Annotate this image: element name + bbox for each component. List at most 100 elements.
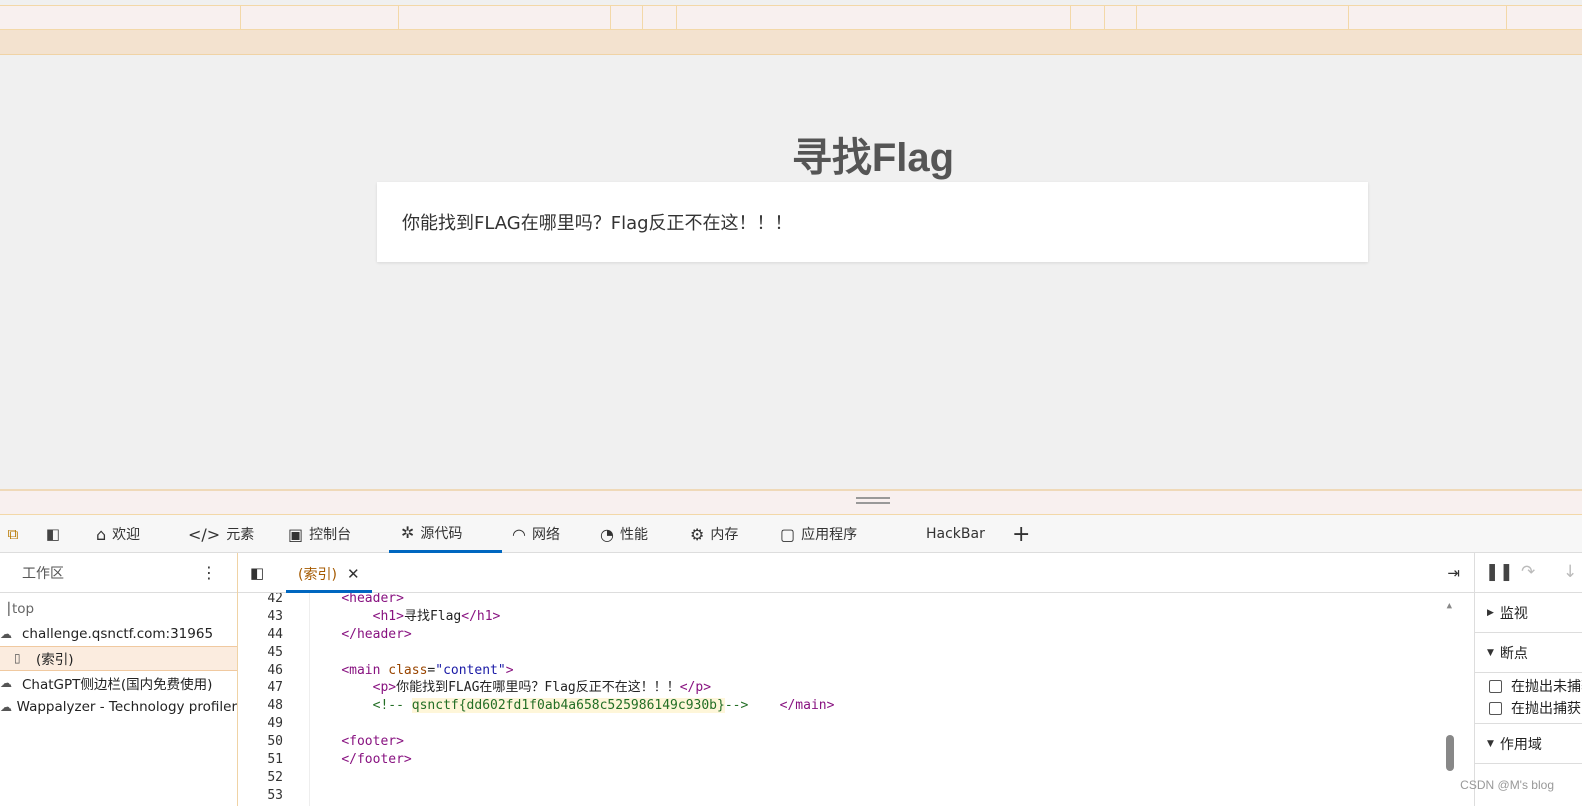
tree-item-index-file[interactable]: ▯ (索引): [0, 646, 237, 671]
source-editor: ◧ (索引) ✕ ⇥ 42 43 44 45 46 47 48 49 50 51…: [238, 553, 1474, 806]
code-text: 寻找Flag: [403, 608, 462, 624]
line-number[interactable]: 52: [238, 769, 309, 787]
html-tag: <footer>: [341, 734, 404, 750]
code-text: 你能找到FLAG在哪里吗？Flag反正不在这！！！: [396, 680, 680, 696]
add-tab-button[interactable]: +: [1012, 515, 1030, 553]
page-title: 寻找Flag: [791, 136, 955, 180]
toggle-navigator-icon[interactable]: ◧: [250, 564, 264, 582]
watermark: CSDN @M's blog: [1460, 778, 1554, 792]
tree-item-label: Wappalyzer - Technology profiler: [16, 699, 237, 716]
section-label: 断点: [1499, 645, 1528, 662]
pause-caught-checkbox[interactable]: 在抛出捕获的异常时暂停: [1475, 697, 1582, 719]
tree-item-label: challenge.qsnctf.com:31965: [22, 625, 214, 642]
grid-line: [240, 6, 241, 29]
html-tag: </h1>: [461, 608, 501, 624]
line-number[interactable]: 45: [238, 644, 309, 662]
editor-tab-bar: ◧ (索引) ✕ ⇥: [238, 553, 1474, 593]
grid-line: [1070, 6, 1071, 29]
checkbox[interactable]: [1489, 701, 1502, 715]
file-icon: ▯: [14, 651, 21, 666]
line-number[interactable]: 49: [238, 715, 309, 733]
html-tag: </header>: [341, 626, 412, 642]
scope-section[interactable]: ▼ 作用域: [1475, 724, 1582, 764]
line-number[interactable]: 43: [238, 608, 309, 626]
html-attr: class: [388, 662, 428, 678]
html-tag: <p>: [372, 680, 397, 696]
pause-uncaught-checkbox[interactable]: 在抛出未捕获的异常时暂停: [1475, 675, 1582, 697]
file-navigator: 工作区 ⋮ ▕ top ☁ challenge.qsnctf.com:31965 ▯…: [0, 553, 238, 806]
devtools-resize-handle[interactable]: [856, 497, 890, 505]
dock-side-icon[interactable]: ◧: [42, 524, 64, 544]
pause-icon[interactable]: ❚❚: [1485, 562, 1514, 582]
tab-label: 控制台: [309, 527, 352, 543]
line-number-gutter: 42 43 44 45 46 47 48 49 50 51 52 53: [238, 593, 310, 806]
line-number[interactable]: 48: [238, 697, 309, 715]
tab-network[interactable]: ◠ 网络: [512, 515, 560, 553]
chevron-down-icon: ▼: [1487, 647, 1494, 658]
tree-item-extension[interactable]: ☁ ChatGPT侧边栏(国内免费使用): [0, 671, 237, 696]
line-number[interactable]: 47: [238, 679, 309, 697]
tree-item-label: top: [12, 601, 35, 618]
footer-overlay-band: [0, 489, 1582, 515]
tab-label: 元素: [226, 527, 255, 543]
plus-icon: +: [1012, 521, 1031, 547]
workspace-tab[interactable]: 工作区: [22, 563, 64, 583]
section-label: 作用域: [1499, 736, 1542, 753]
vertical-scrollbar[interactable]: [1446, 735, 1454, 771]
tab-console[interactable]: ▣ 控制台: [288, 515, 351, 553]
more-options-icon[interactable]: ⋮: [201, 563, 217, 582]
checkbox-label: 在抛出捕获的异常时暂停: [1511, 701, 1582, 717]
html-comment: -->: [724, 698, 749, 714]
grid-line: [1506, 6, 1507, 29]
html-tag: >: [505, 662, 514, 678]
device-emulation-icon[interactable]: ⧉: [2, 524, 24, 544]
line-number[interactable]: 53: [238, 787, 309, 805]
layout-grid-overlay: [0, 5, 1582, 30]
tab-elements[interactable]: </> 元素: [188, 515, 254, 553]
html-tag: </footer>: [341, 752, 412, 768]
code-icon: </>: [188, 524, 221, 544]
tree-item-top[interactable]: ▕ top: [0, 597, 237, 622]
tree-item-extension[interactable]: ☁ Wappalyzer - Technology profiler: [0, 695, 237, 720]
code-line: <main class="content">: [310, 662, 834, 680]
home-icon: ⌂: [96, 524, 107, 544]
html-attr-value: "content": [435, 662, 506, 678]
content-text: 你能找到FLAG在哪里吗？Flag反正不在这！！！: [402, 213, 793, 234]
tab-label: 应用程序: [801, 527, 858, 543]
breakpoints-section[interactable]: ▼ 断点: [1475, 633, 1582, 673]
code-view[interactable]: 42 43 44 45 46 47 48 49 50 51 52 53 <hea…: [238, 593, 1460, 806]
tree-item-origin[interactable]: ☁ challenge.qsnctf.com:31965: [0, 622, 237, 647]
step-over-icon[interactable]: ↷: [1521, 562, 1535, 582]
tab-label: 源代码: [420, 525, 463, 542]
tab-welcome[interactable]: ⌂ 欢迎: [96, 515, 140, 553]
grid-line: [610, 6, 611, 29]
watch-section[interactable]: ▶ 监视: [1475, 593, 1582, 633]
tab-label: 欢迎: [112, 527, 141, 543]
tab-performance[interactable]: ◔ 性能: [600, 515, 648, 553]
grid-line: [1348, 6, 1349, 29]
tab-memory[interactable]: ⚙ 内存: [690, 515, 738, 553]
line-number[interactable]: 46: [238, 662, 309, 680]
scroll-up-icon[interactable]: ▲: [1447, 601, 1452, 611]
close-icon[interactable]: ✕: [347, 565, 360, 583]
step-into-icon[interactable]: ↓: [1563, 562, 1577, 582]
gauge-icon: ◔: [600, 524, 614, 544]
chevron-right-icon: ▶: [1487, 607, 1494, 618]
line-number[interactable]: 42: [238, 593, 309, 608]
line-number[interactable]: 51: [238, 751, 309, 769]
cloud-icon: ☁: [0, 675, 12, 690]
chip-icon: ⚙: [690, 524, 705, 544]
editor-tab-index[interactable]: (索引) ✕: [286, 557, 372, 593]
line-number[interactable]: 50: [238, 733, 309, 751]
code-line: </header>: [310, 626, 834, 644]
tab-hackbar[interactable]: HackBar: [926, 515, 985, 553]
checkbox[interactable]: [1489, 679, 1502, 693]
tab-sources[interactable]: ✲ 源代码: [389, 515, 502, 553]
tab-application[interactable]: ▢ 应用程序: [780, 515, 857, 553]
line-number[interactable]: 44: [238, 626, 309, 644]
grid-line: [398, 6, 399, 29]
toggle-debugger-icon[interactable]: ⇥: [1447, 564, 1460, 582]
